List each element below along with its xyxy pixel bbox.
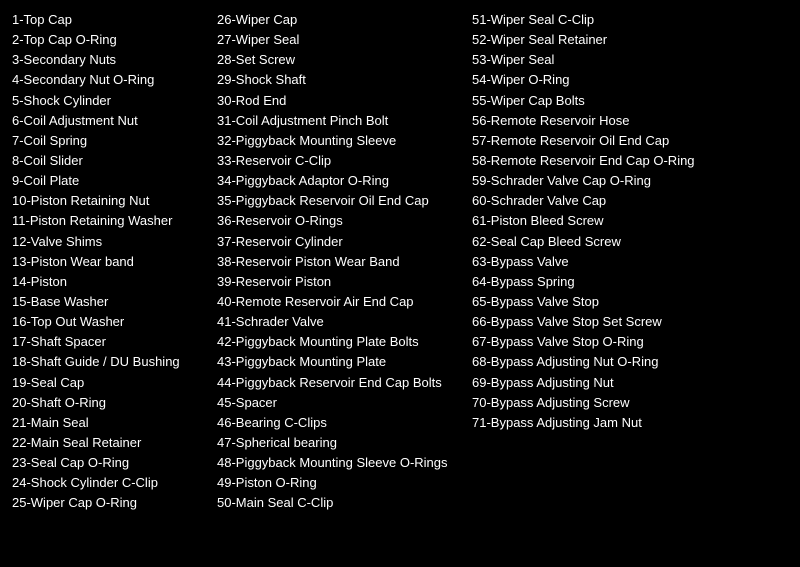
list-item: 60-Schrader Valve Cap [472,191,727,211]
list-item: 40-Remote Reservoir Air End Cap [217,292,462,312]
list-item: 23-Seal Cap O-Ring [12,453,207,473]
list-item: 6-Coil Adjustment Nut [12,111,207,131]
list-item: 38-Reservoir Piston Wear Band [217,252,462,272]
list-item: 33-Reservoir C-Clip [217,151,462,171]
list-item: 26-Wiper Cap [217,10,462,30]
list-item: 35-Piggyback Reservoir Oil End Cap [217,191,462,211]
list-item: 56-Remote Reservoir Hose [472,111,727,131]
list-item: 43-Piggyback Mounting Plate [217,352,462,372]
list-item: 4-Secondary Nut O-Ring [12,70,207,90]
list-item: 14-Piston [12,272,207,292]
list-item: 11-Piston Retaining Washer [12,211,207,231]
list-item: 62-Seal Cap Bleed Screw [472,232,727,252]
list-item: 1-Top Cap [12,10,207,30]
list-item: 17-Shaft Spacer [12,332,207,352]
list-item: 24-Shock Cylinder C-Clip [12,473,207,493]
list-item: 44-Piggyback Reservoir End Cap Bolts [217,373,462,393]
list-item: 45-Spacer [217,393,462,413]
list-item: 21-Main Seal [12,413,207,433]
list-item: 51-Wiper Seal C-Clip [472,10,727,30]
list-item: 20-Shaft O-Ring [12,393,207,413]
list-item: 10-Piston Retaining Nut [12,191,207,211]
list-item: 46-Bearing C-Clips [217,413,462,433]
list-item: 13-Piston Wear band [12,252,207,272]
list-item: 5-Shock Cylinder [12,91,207,111]
list-item: 50-Main Seal C-Clip [217,493,462,513]
list-item: 36-Reservoir O-Rings [217,211,462,231]
list-item: 18-Shaft Guide / DU Bushing [12,352,207,372]
list-item: 52-Wiper Seal Retainer [472,30,727,50]
list-item: 9-Coil Plate [12,171,207,191]
list-item: 66-Bypass Valve Stop Set Screw [472,312,727,332]
list-item: 63-Bypass Valve [472,252,727,272]
list-item: 54-Wiper O-Ring [472,70,727,90]
column-3: 51-Wiper Seal C-Clip52-Wiper Seal Retain… [472,10,737,514]
list-item: 41-Schrader Valve [217,312,462,332]
list-item: 64-Bypass Spring [472,272,727,292]
parts-list: 1-Top Cap2-Top Cap O-Ring3-Secondary Nut… [12,10,788,514]
list-item: 47-Spherical bearing [217,433,462,453]
list-item: 29-Shock Shaft [217,70,462,90]
list-item: 55-Wiper Cap Bolts [472,91,727,111]
list-item: 22-Main Seal Retainer [12,433,207,453]
list-item: 53-Wiper Seal [472,50,727,70]
list-item: 3-Secondary Nuts [12,50,207,70]
list-item: 68-Bypass Adjusting Nut O-Ring [472,352,727,372]
list-item: 19-Seal Cap [12,373,207,393]
list-item: 30-Rod End [217,91,462,111]
list-item: 32-Piggyback Mounting Sleeve [217,131,462,151]
list-item: 8-Coil Slider [12,151,207,171]
list-item: 39-Reservoir Piston [217,272,462,292]
column-2: 26-Wiper Cap27-Wiper Seal28-Set Screw29-… [217,10,472,514]
column-1: 1-Top Cap2-Top Cap O-Ring3-Secondary Nut… [12,10,217,514]
list-item: 69-Bypass Adjusting Nut [472,373,727,393]
list-item: 49-Piston O-Ring [217,473,462,493]
list-item: 71-Bypass Adjusting Jam Nut [472,413,727,433]
list-item: 65-Bypass Valve Stop [472,292,727,312]
list-item: 34-Piggyback Adaptor O-Ring [217,171,462,191]
list-item: 58-Remote Reservoir End Cap O-Ring [472,151,727,171]
list-item: 16-Top Out Washer [12,312,207,332]
list-item: 61-Piston Bleed Screw [472,211,727,231]
list-item: 15-Base Washer [12,292,207,312]
list-item: 2-Top Cap O-Ring [12,30,207,50]
list-item: 57-Remote Reservoir Oil End Cap [472,131,727,151]
list-item: 48-Piggyback Mounting Sleeve O-Rings [217,453,462,473]
list-item: 70-Bypass Adjusting Screw [472,393,727,413]
list-item: 12-Valve Shims [12,232,207,252]
list-item: 37-Reservoir Cylinder [217,232,462,252]
list-item: 27-Wiper Seal [217,30,462,50]
list-item: 25-Wiper Cap O-Ring [12,493,207,513]
list-item: 28-Set Screw [217,50,462,70]
list-item: 31-Coil Adjustment Pinch Bolt [217,111,462,131]
list-item: 42-Piggyback Mounting Plate Bolts [217,332,462,352]
list-item: 67-Bypass Valve Stop O-Ring [472,332,727,352]
list-item: 7-Coil Spring [12,131,207,151]
list-item: 59-Schrader Valve Cap O-Ring [472,171,727,191]
